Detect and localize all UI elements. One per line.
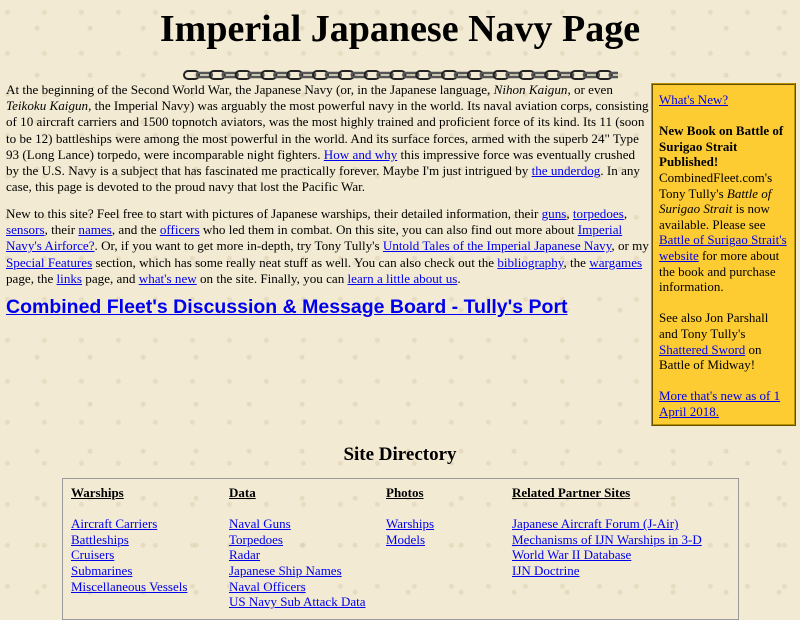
- wargames-link[interactable]: wargames: [589, 255, 642, 270]
- directory-link[interactable]: Mechanisms of IJN Warships in 3-D: [512, 532, 702, 548]
- directory-link[interactable]: Submarines: [71, 563, 187, 579]
- whats-new-heading-link[interactable]: What's New?: [659, 92, 728, 107]
- intro-term-nihon-kaigun: Nihon Kaigun: [493, 82, 568, 97]
- intro-term-teikoku-kaigun: Teikoku Kaigun: [6, 98, 89, 114]
- about-us-link[interactable]: learn a little about us: [348, 271, 458, 286]
- newto-text: on the site. Finally, you can: [196, 270, 348, 286]
- names-link[interactable]: names: [78, 222, 111, 237]
- newto-text: , and the: [111, 222, 160, 238]
- guns-link[interactable]: guns: [542, 206, 567, 221]
- page-title: Imperial Japanese Navy Page: [159, 8, 641, 50]
- torpedoes-link[interactable]: torpedoes: [573, 206, 624, 221]
- directory-link[interactable]: Japanese Ship Names: [229, 563, 365, 579]
- bibliography-link[interactable]: bibliography: [497, 255, 563, 270]
- links-link[interactable]: links: [57, 271, 82, 286]
- newto-text: page, the: [6, 270, 57, 286]
- newto-text: , their: [44, 222, 79, 238]
- chain-divider: [183, 70, 618, 80]
- newto-text: ,: [623, 206, 628, 221]
- directory-column-heading: Data: [229, 485, 256, 500]
- directory-link[interactable]: Torpedoes: [229, 532, 365, 548]
- untold-tales-link[interactable]: Untold Tales of the Imperial Japanese Na…: [383, 238, 612, 253]
- directory-link[interactable]: Naval Guns: [229, 516, 365, 532]
- whats-new-box: What's New? New Book on Battle of Suriga…: [651, 83, 796, 426]
- directory-column-heading: Photos: [386, 485, 424, 500]
- site-directory-table: Warships Aircraft Carriers Battleships C…: [62, 478, 739, 620]
- shattered-sword-paragraph: See also Jon Parshall and Tony Tully's S…: [659, 310, 788, 372]
- directory-link[interactable]: US Navy Sub Attack Data: [229, 594, 365, 610]
- directory-column-partner-sites: Related Partner Sites Japanese Aircraft …: [512, 485, 702, 579]
- newto-text: , or my: [611, 238, 649, 254]
- directory-link[interactable]: Cruisers: [71, 547, 187, 563]
- sensors-link[interactable]: sensors: [6, 222, 45, 237]
- officers-link[interactable]: officers: [160, 222, 200, 237]
- newto-text: . Or, if you want to get more in-depth, …: [94, 238, 383, 254]
- new-visitor-paragraph: New to this site? Feel free to start wit…: [6, 206, 651, 287]
- newto-text: section, which has some really neat stuf…: [92, 254, 498, 270]
- directory-column-photos: Photos Warships Models: [386, 485, 434, 547]
- intro-paragraph: At the beginning of the Second World War…: [6, 82, 651, 195]
- directory-column-heading: Related Partner Sites: [512, 485, 631, 500]
- directory-link[interactable]: Warships: [386, 516, 434, 532]
- site-directory-title: Site Directory: [343, 444, 457, 465]
- more-whats-new-link[interactable]: More that's new as of 1 April 2018.: [659, 388, 780, 419]
- how-and-why-link[interactable]: How and why: [324, 147, 397, 162]
- message-board-link[interactable]: Combined Fleet's Discussion & Message Bo…: [6, 296, 568, 318]
- shattered-sword-link[interactable]: Shattered Sword: [659, 342, 745, 357]
- directory-link[interactable]: Japanese Aircraft Forum (J-Air): [512, 516, 702, 532]
- directory-link[interactable]: Miscellaneous Vessels: [71, 579, 187, 595]
- directory-link[interactable]: Aircraft Carriers: [71, 516, 187, 532]
- newto-text: , the: [563, 254, 590, 270]
- directory-link[interactable]: World War II Database: [512, 547, 702, 563]
- directory-link[interactable]: Radar: [229, 547, 365, 563]
- newto-text: who led them in combat. On this site, yo…: [199, 222, 578, 238]
- newto-text: .: [457, 270, 461, 286]
- directory-link[interactable]: IJN Doctrine: [512, 563, 702, 579]
- special-features-link[interactable]: Special Features: [6, 255, 92, 270]
- underdog-link[interactable]: the underdog: [532, 163, 601, 178]
- intro-text: , or even: [567, 82, 613, 97]
- new-book-heading: New Book on Battle of Surigao Strait Pub…: [659, 123, 784, 170]
- intro-text: At the beginning of the Second World War…: [6, 82, 494, 97]
- newto-text: New to this site? Feel free to start wit…: [6, 206, 542, 221]
- message-board-heading: Combined Fleet's Discussion & Message Bo…: [6, 295, 568, 319]
- whats-new-link[interactable]: what's new: [139, 271, 197, 286]
- new-book-paragraph: CombinedFleet.com's Tony Tully's Battle …: [659, 170, 788, 295]
- directory-link[interactable]: Battleships: [71, 532, 187, 548]
- directory-column-heading: Warships: [71, 485, 124, 500]
- directory-link[interactable]: Models: [386, 532, 434, 548]
- directory-column-data: Data Naval Guns Torpedoes Radar Japanese…: [229, 485, 365, 610]
- whatsnew-text: See also Jon Parshall and Tony Tully's: [659, 310, 769, 341]
- directory-link[interactable]: Naval Officers: [229, 579, 365, 595]
- newto-text: page, and: [82, 270, 139, 286]
- directory-column-warships: Warships Aircraft Carriers Battleships C…: [71, 485, 187, 594]
